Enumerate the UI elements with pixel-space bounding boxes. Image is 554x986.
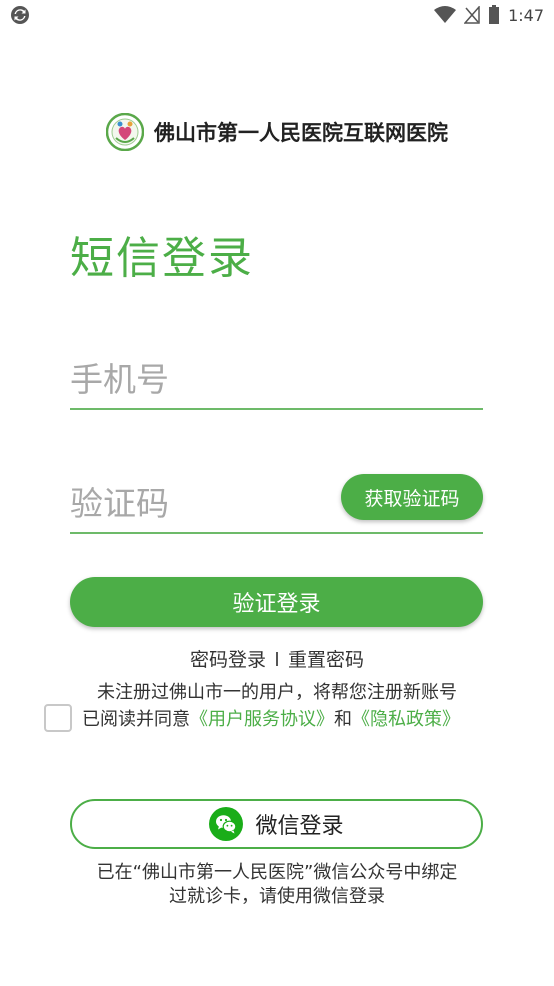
status-time: 1:47 <box>508 5 544 25</box>
code-input[interactable] <box>70 474 330 532</box>
agreement-row: 已阅读并同意 《用户服务协议》 和 《隐私政策》 <box>44 704 460 732</box>
no-signal-icon <box>464 6 480 24</box>
wifi-icon <box>434 6 457 23</box>
auth-links: 密码登录 重置密码 <box>0 645 554 672</box>
code-field: 获取验证码 <box>70 474 483 534</box>
wechat-note-line2: 过就诊卡，请使用微信登录 <box>169 886 385 907</box>
get-code-button[interactable]: 获取验证码 <box>341 474 483 520</box>
privacy-policy-link[interactable]: 《隐私政策》 <box>352 705 460 731</box>
wechat-login-button[interactable]: 微信登录 <box>70 799 483 849</box>
wechat-icon <box>209 807 244 841</box>
reset-password-link[interactable]: 重置密码 <box>288 645 364 672</box>
agreement-prefix: 已阅读并同意 <box>82 709 190 730</box>
wechat-note: 已在“佛山市第一人民医院”微信公众号中绑定 过就诊卡，请使用微信登录 <box>0 861 554 909</box>
user-agreement-link[interactable]: 《用户服务协议》 <box>190 705 334 731</box>
phone-field <box>70 350 483 410</box>
sync-icon <box>11 6 29 24</box>
status-bar: 1:47 <box>0 0 554 30</box>
agreement-conjunction: 和 <box>334 709 352 730</box>
links-divider <box>276 651 278 666</box>
wechat-login-label: 微信登录 <box>255 814 344 839</box>
battery-icon <box>489 5 500 24</box>
password-login-link[interactable]: 密码登录 <box>190 645 266 672</box>
phone-input[interactable] <box>70 350 330 408</box>
hospital-header: 佛山市第一人民医院互联网医院 <box>0 112 554 152</box>
hospital-name: 佛山市第一人民医院互联网医院 <box>154 121 448 145</box>
wechat-note-line1: 已在“佛山市第一人民医院”微信公众号中绑定 <box>96 862 458 883</box>
agreement-checkbox[interactable] <box>44 704 72 732</box>
register-hint: 未注册过佛山市一的用户，将帮您注册新账号 <box>97 682 457 703</box>
verify-login-button[interactable]: 验证登录 <box>70 577 483 627</box>
hospital-logo-icon <box>106 113 144 151</box>
page-title: 短信登录 <box>70 233 254 284</box>
